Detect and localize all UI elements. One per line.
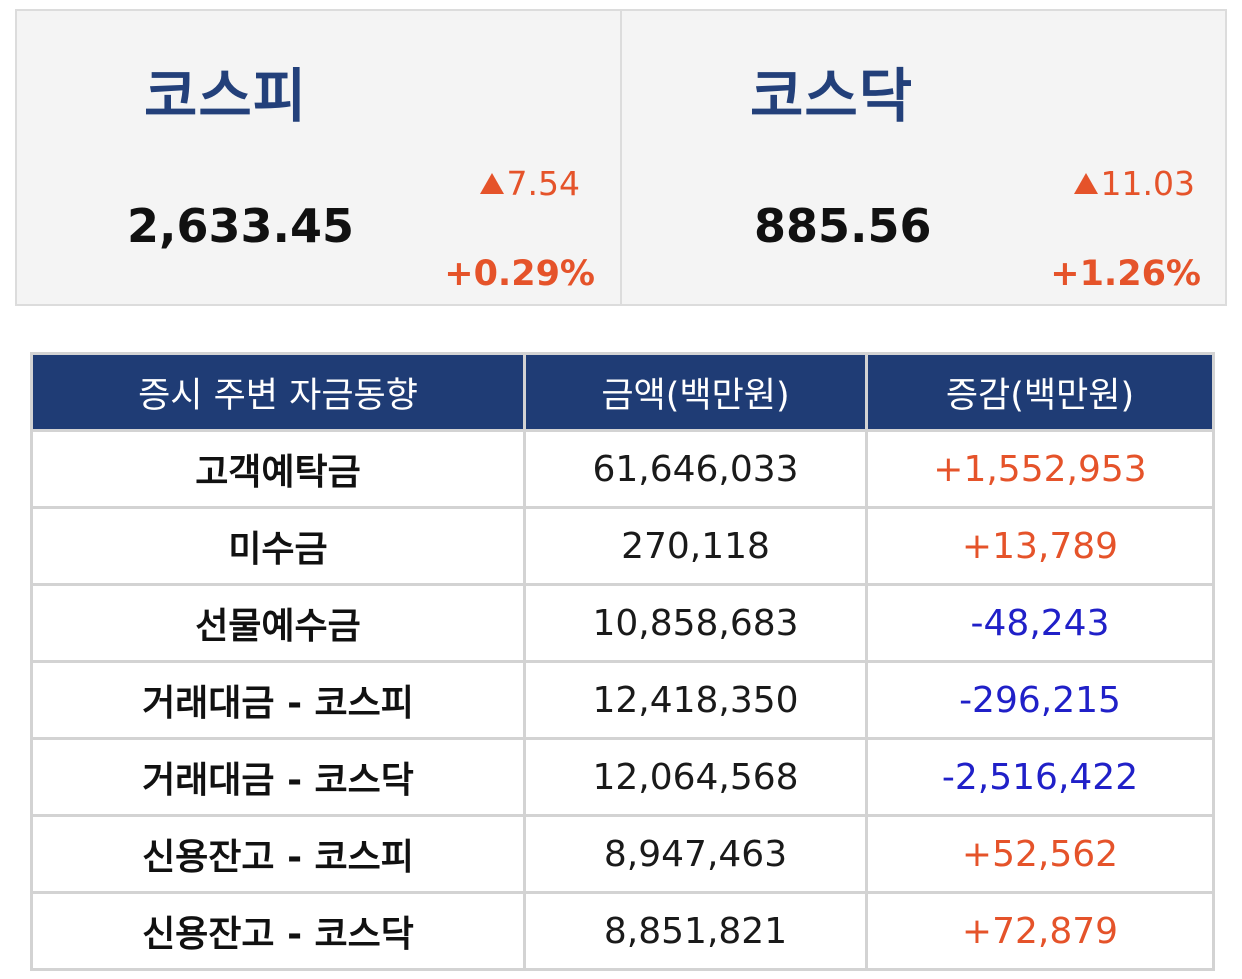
kosdaq-change-percent: +1.26% — [1050, 254, 1201, 294]
row-delta: +52,562 — [865, 814, 1215, 894]
row-label: 신용잔고 - 코스닥 — [30, 891, 526, 971]
row-label: 신용잔고 - 코스피 — [30, 814, 526, 894]
table-row: 선물예수금 10,858,683 -48,243 — [30, 583, 1215, 663]
row-delta: -2,516,422 — [865, 737, 1215, 817]
table-row: 거래대금 - 코스닥 12,064,568 -2,516,422 — [30, 737, 1215, 817]
row-label: 거래대금 - 코스닥 — [30, 737, 526, 817]
row-label: 미수금 — [30, 506, 526, 586]
table-row: 신용잔고 - 코스닥 8,851,821 +72,879 — [30, 891, 1215, 971]
header-category: 증시 주변 자금동향 — [30, 352, 526, 432]
kosdaq-index-value: 885.56 — [754, 199, 932, 253]
table-row: 미수금 270,118 +13,789 — [30, 506, 1215, 586]
header-delta: 증감(백만원) — [865, 352, 1215, 432]
row-delta: +72,879 — [865, 891, 1215, 971]
kospi-change-percent: +0.29% — [444, 254, 595, 294]
row-delta: -296,215 — [865, 660, 1215, 740]
row-amount: 61,646,033 — [523, 429, 868, 509]
kosdaq-change-value: 11.03 — [1100, 164, 1195, 203]
row-label: 거래대금 - 코스피 — [30, 660, 526, 740]
row-delta: +13,789 — [865, 506, 1215, 586]
up-triangle-icon — [1073, 173, 1098, 194]
kospi-index-value: 2,633.45 — [127, 199, 354, 253]
row-amount: 8,851,821 — [523, 891, 868, 971]
row-label: 고객예탁금 — [30, 429, 526, 509]
kospi-index-change: 7.54 — [479, 164, 580, 203]
kosdaq-index-card[interactable]: 코스닥 885.56 11.03 +1.26% — [620, 11, 1225, 304]
row-amount: 270,118 — [523, 506, 868, 586]
row-amount: 10,858,683 — [523, 583, 868, 663]
kospi-change-value: 7.54 — [506, 164, 580, 203]
row-amount: 12,064,568 — [523, 737, 868, 817]
row-amount: 8,947,463 — [523, 814, 868, 894]
kospi-index-card[interactable]: 코스피 2,633.45 7.54 +0.29% — [17, 11, 620, 304]
row-delta: +1,552,953 — [865, 429, 1215, 509]
fund-flow-table: 증시 주변 자금동향 금액(백만원) 증감(백만원) 고객예탁금 61,646,… — [30, 352, 1215, 971]
kosdaq-index-change: 11.03 — [1073, 164, 1195, 203]
table-row: 신용잔고 - 코스피 8,947,463 +52,562 — [30, 814, 1215, 894]
market-index-panel: 코스피 2,633.45 7.54 +0.29% 코스닥 885.56 11.0… — [15, 9, 1227, 306]
up-triangle-icon — [479, 173, 504, 194]
header-amount: 금액(백만원) — [523, 352, 868, 432]
row-delta: -48,243 — [865, 583, 1215, 663]
table-row: 거래대금 - 코스피 12,418,350 -296,215 — [30, 660, 1215, 740]
row-label: 선물예수금 — [30, 583, 526, 663]
table-header-row: 증시 주변 자금동향 금액(백만원) 증감(백만원) — [30, 352, 1215, 432]
kosdaq-index-name: 코스닥 — [750, 62, 914, 130]
table-row: 고객예탁금 61,646,033 +1,552,953 — [30, 429, 1215, 509]
row-amount: 12,418,350 — [523, 660, 868, 740]
kospi-index-name: 코스피 — [144, 62, 308, 130]
